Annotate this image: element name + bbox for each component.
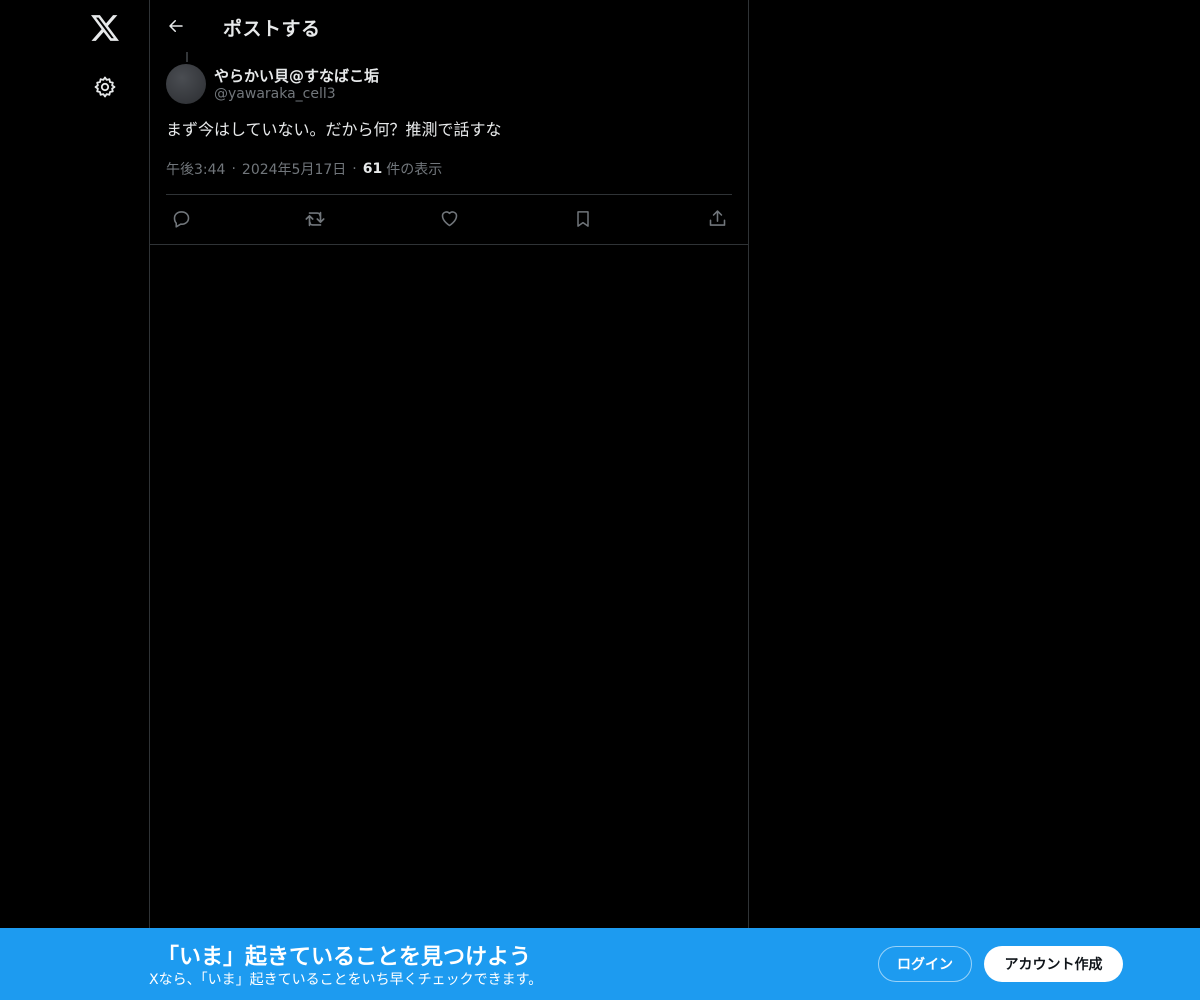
x-logo-link[interactable] — [81, 4, 129, 52]
post-actions — [166, 195, 732, 242]
signup-banner: 「いま」起きていることを見つけよう Xなら、「いま」起きていることをいち早くチェ… — [0, 928, 1200, 1000]
reply-icon — [173, 211, 189, 228]
author-name[interactable]: やらかい貝@すなばこ垢 — [214, 65, 379, 86]
views-count: 61 — [362, 161, 383, 177]
bookmark-icon — [577, 210, 589, 227]
x-logo-icon — [91, 15, 119, 41]
post-date[interactable]: 2024年5月17日 — [242, 159, 346, 179]
create-account-button[interactable]: アカウント作成 — [984, 946, 1123, 982]
login-button[interactable]: ログイン — [878, 946, 972, 982]
author-handle[interactable]: @yawaraka_cell3 — [214, 86, 336, 102]
settings-button[interactable] — [81, 63, 129, 111]
post-time[interactable]: 午後3:44 — [166, 159, 225, 179]
thread-line — [186, 52, 188, 62]
page-title: ポストする — [223, 18, 321, 40]
app-root: ポストする やらかい貝@すなばこ垢 @yawaraka_cell3 まず今はして… — [0, 0, 1200, 1000]
gear-icon — [94, 76, 116, 98]
banner-title: 「いま」起きていることを見つけよう — [157, 945, 532, 970]
left-nav — [0, 0, 150, 1000]
author-row: やらかい貝@すなばこ垢 @yawaraka_cell3 — [166, 64, 732, 118]
views-label: 件の表示 — [386, 162, 443, 178]
repost-icon — [305, 211, 325, 226]
avatar[interactable] — [166, 64, 206, 104]
post-bottom-border — [150, 244, 748, 245]
bookmark-button[interactable] — [570, 206, 596, 232]
reply-button[interactable] — [168, 206, 194, 232]
main-column: ポストする やらかい貝@すなばこ垢 @yawaraka_cell3 まず今はして… — [149, 0, 749, 1000]
meta-separator: · — [231, 161, 236, 177]
share-button[interactable] — [704, 206, 730, 232]
like-button[interactable] — [436, 206, 462, 232]
page-header: ポストする — [150, 0, 748, 53]
share-icon — [709, 210, 725, 226]
banner-subtitle: Xなら、「いま」起きていることをいち早くチェックできます。 — [149, 972, 543, 988]
heart-icon — [441, 211, 457, 227]
post: やらかい貝@すなばこ垢 @yawaraka_cell3 まず今はしていない。だか… — [150, 64, 748, 242]
post-text: まず今はしていない。だから何？推測で話すな — [166, 120, 502, 139]
back-button[interactable] — [159, 9, 193, 43]
post-meta: 午後3:44 · 2024年5月17日 · 61 件の表示 — [166, 159, 732, 179]
repost-button[interactable] — [302, 206, 328, 232]
meta-separator: · — [352, 161, 357, 177]
arrow-left-icon — [169, 20, 183, 32]
